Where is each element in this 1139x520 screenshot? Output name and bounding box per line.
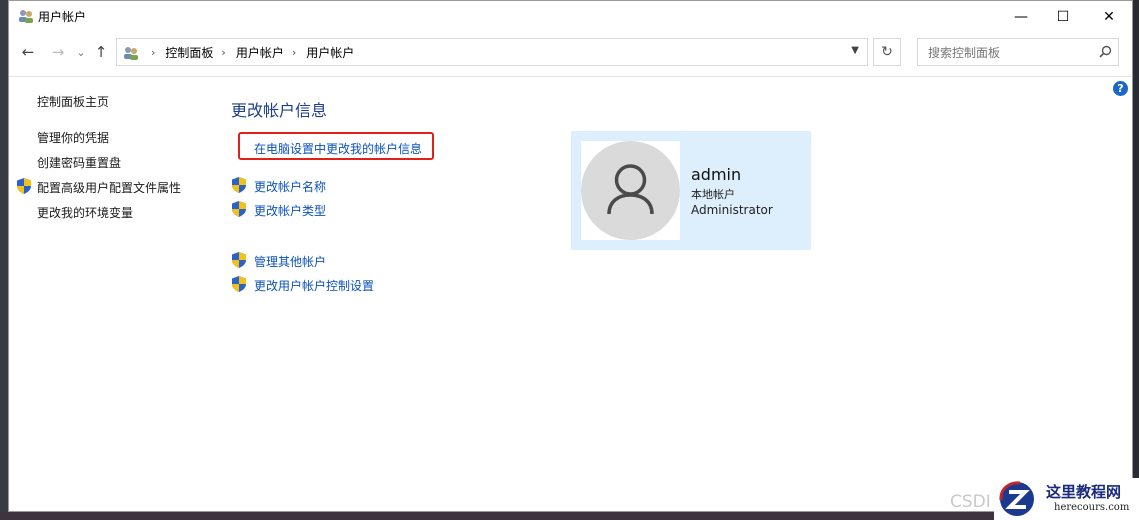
account-card: admin 本地帐户 Administrator: [571, 131, 811, 250]
change-account-in-pc-settings-link[interactable]: 在电脑设置中更改我的帐户信息: [254, 140, 422, 157]
breadcrumb: › 控制面板 › 用户帐户 › 用户帐户: [123, 44, 354, 61]
manage-other-accounts-link[interactable]: 管理其他帐户: [254, 253, 326, 270]
recent-locations-button[interactable]: ⌄: [71, 42, 91, 62]
user-silhouette-icon: [607, 164, 654, 215]
account-name: admin: [691, 165, 742, 184]
forward-button[interactable]: →: [48, 42, 68, 62]
breadcrumb-item-user-accounts-current[interactable]: 用户帐户: [306, 44, 354, 61]
window-title: 用户帐户: [38, 10, 87, 24]
z-logo-icon: [999, 481, 1034, 516]
shield-icon: [232, 201, 246, 217]
change-account-type-link[interactable]: 更改帐户类型: [254, 202, 326, 219]
shield-icon: [232, 276, 246, 292]
sidebar-item-password-reset-disk[interactable]: 创建密码重置盘: [37, 154, 121, 171]
refresh-button[interactable]: ↻: [873, 38, 901, 66]
help-icon[interactable]: ?: [1113, 81, 1128, 96]
title-bar: 用户帐户 — ☐ ✕: [9, 1, 1132, 32]
up-button[interactable]: ↑: [91, 42, 111, 62]
users-icon: [19, 10, 33, 23]
breadcrumb-separator: ›: [151, 46, 156, 59]
search-input[interactable]: [926, 43, 1090, 63]
account-role: Administrator: [691, 203, 773, 217]
shield-icon: [232, 252, 246, 268]
site-logo: 这里教程网 herecours.com: [994, 478, 1139, 520]
uac-settings-link[interactable]: 更改用户帐户控制设置: [254, 277, 374, 294]
address-bar[interactable]: › 控制面板 › 用户帐户 › 用户帐户 ▼: [116, 38, 868, 66]
sidebar-item-control-panel-home[interactable]: 控制面板主页: [37, 93, 109, 110]
site-title: 这里教程网: [1046, 483, 1122, 501]
shield-icon: [232, 177, 246, 193]
close-button[interactable]: ✕: [1086, 1, 1132, 32]
sidebar-item-manage-credentials[interactable]: 管理你的凭据: [37, 129, 109, 146]
search-icon[interactable]: [1099, 45, 1112, 58]
shield-icon: [17, 178, 31, 194]
site-url: herecours.com: [1054, 502, 1130, 513]
desktop-background-bottom: [0, 512, 1139, 520]
maximize-button[interactable]: ☐: [1040, 1, 1086, 32]
page-title: 更改帐户信息: [231, 101, 328, 120]
avatar: [581, 141, 680, 240]
control-panel-window: 用户帐户 — ☐ ✕ ← → ⌄ ↑ › 控制面板 › 用户帐户 › 用户帐户: [8, 0, 1133, 512]
breadcrumb-separator: ›: [291, 46, 297, 59]
sidebar-item-advanced-profile-properties[interactable]: 配置高级用户配置文件属性: [37, 179, 181, 196]
back-button[interactable]: ←: [18, 42, 38, 62]
control-panel-icon: [124, 46, 138, 60]
minimize-button[interactable]: —: [998, 1, 1044, 32]
address-row: ← → ⌄ ↑ › 控制面板 › 用户帐户 › 用户帐户 ▼ ↻: [9, 32, 1132, 77]
breadcrumb-separator: ›: [221, 46, 226, 59]
sidebar-item-environment-variables[interactable]: 更改我的环境变量: [37, 204, 133, 221]
breadcrumb-item-user-accounts[interactable]: 用户帐户: [236, 44, 284, 61]
breadcrumb-item-control-panel[interactable]: 控制面板: [165, 44, 213, 61]
change-account-name-link[interactable]: 更改帐户名称: [254, 178, 326, 195]
search-box: [917, 38, 1119, 66]
csdn-watermark: CSDI: [950, 492, 991, 512]
address-dropdown-icon[interactable]: ▼: [851, 45, 859, 56]
account-type: 本地帐户: [691, 188, 735, 201]
